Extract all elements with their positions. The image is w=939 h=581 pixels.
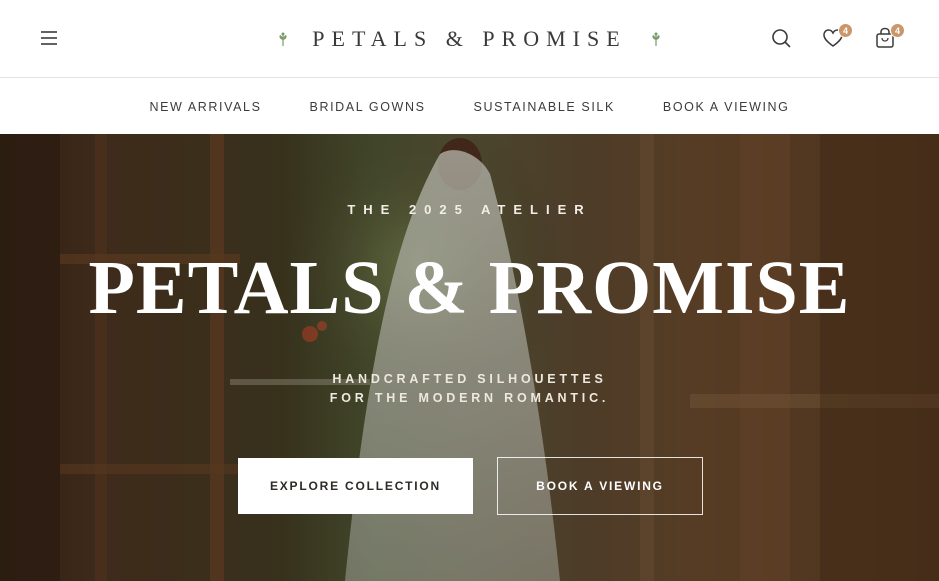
logo: PETALS & PROMISE bbox=[0, 0, 939, 78]
wishlist-button[interactable]: 4 bbox=[821, 23, 853, 50]
nav-item-bridal-gowns[interactable]: BRIDAL GOWNS bbox=[310, 100, 426, 114]
explore-collection-button[interactable]: EXPLORE COLLECTION bbox=[238, 458, 473, 514]
site-header: PETALS & PROMISE 4 4 bbox=[0, 0, 939, 78]
leaf-sprig-icon bbox=[652, 32, 660, 46]
hero-subtitle-line-1: HANDCRAFTED SILHOUETTES bbox=[332, 372, 607, 386]
cart-count-badge: 4 bbox=[890, 23, 905, 38]
brand-name[interactable]: PETALS & PROMISE bbox=[312, 26, 626, 52]
hamburger-menu-icon[interactable] bbox=[38, 27, 60, 49]
main-navigation: NEW ARRIVALS BRIDAL GOWNS SUSTAINABLE SI… bbox=[0, 79, 939, 134]
hero-banner: THE 2025 ATELIER PETALS & PROMISE HANDCR… bbox=[0, 134, 939, 581]
nav-item-new-arrivals[interactable]: NEW ARRIVALS bbox=[149, 100, 261, 114]
nav-item-sustainable-silk[interactable]: SUSTAINABLE SILK bbox=[474, 100, 615, 114]
hero-eyebrow: THE 2025 ATELIER bbox=[347, 202, 592, 217]
hero-title: PETALS & PROMISE bbox=[88, 246, 851, 330]
leaf-sprig-icon bbox=[279, 32, 287, 46]
book-a-viewing-button[interactable]: BOOK A VIEWING bbox=[497, 457, 703, 515]
cart-button[interactable]: 4 bbox=[873, 23, 905, 50]
search-button[interactable] bbox=[769, 26, 793, 50]
hero-subtitle-line-2: FOR THE MODERN ROMANTIC. bbox=[329, 391, 610, 405]
nav-item-book-a-viewing[interactable]: BOOK A VIEWING bbox=[663, 100, 790, 114]
hero-content: THE 2025 ATELIER PETALS & PROMISE HANDCR… bbox=[0, 134, 939, 581]
wishlist-count-badge: 4 bbox=[838, 23, 853, 38]
search-icon bbox=[772, 29, 791, 48]
